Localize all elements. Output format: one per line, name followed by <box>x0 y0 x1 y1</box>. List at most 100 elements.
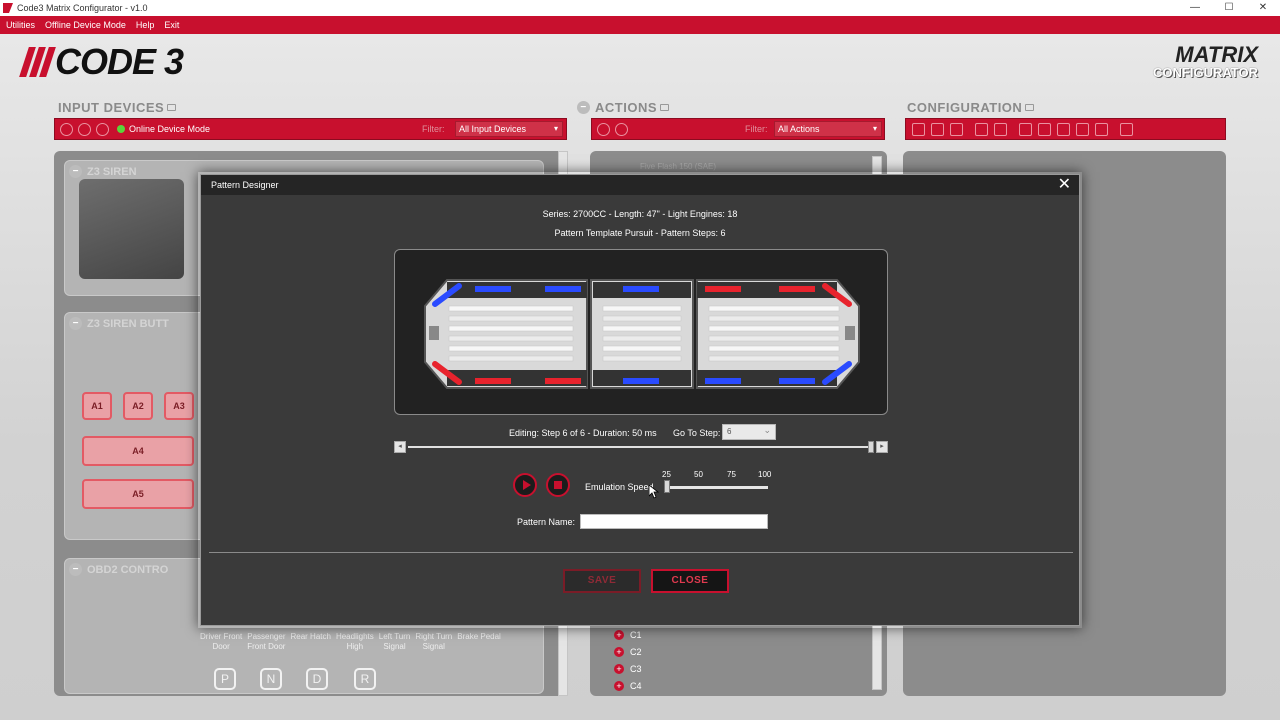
step-slider-thumb[interactable] <box>868 441 874 453</box>
obd-label: Right Turn Signal <box>415 632 453 651</box>
step-prev-button[interactable]: ◂ <box>394 441 406 453</box>
lightbar-lens <box>602 315 682 322</box>
pattern-designer-dialog: Pattern Designer ✕ Series: 2700CC - Leng… <box>200 174 1080 626</box>
filter-icon[interactable] <box>1057 122 1070 136</box>
actions-title: − ACTIONS <box>577 100 669 115</box>
window-controls: — ☐ ✕ <box>1178 0 1280 16</box>
plus-icon[interactable]: + <box>614 680 624 691</box>
collapse-icon[interactable]: − <box>69 165 82 178</box>
step-slider-track <box>408 446 874 448</box>
collapse-icon[interactable]: − <box>577 101 590 114</box>
lightbar-lens <box>448 345 574 352</box>
filter-label: Filter: <box>745 124 768 134</box>
input-devices-filter-select[interactable]: All Input Devices <box>455 121 563 137</box>
eye-icon[interactable] <box>1076 122 1089 136</box>
series-info: Series: 2700CC - Length: 47" - Light Eng… <box>542 209 738 219</box>
list-item[interactable]: + C2 <box>614 643 642 660</box>
close-icon[interactable]: ✕ <box>1058 177 1071 193</box>
step-slider[interactable]: ◂ ▸ <box>394 441 888 453</box>
add-device-icon[interactable] <box>60 122 73 136</box>
plus-icon[interactable]: + <box>614 629 624 640</box>
lightbar-lens <box>708 325 840 332</box>
pattern-info: Pattern Template Pursuit - Pattern Steps… <box>554 228 726 238</box>
mouse-cursor-icon <box>649 485 659 499</box>
maximize-button[interactable]: ☐ <box>1212 0 1246 16</box>
export-icon[interactable] <box>1120 122 1133 136</box>
logo-text: CODE 3 <box>55 41 184 82</box>
save-config-icon[interactable] <box>975 122 988 136</box>
step-next-button[interactable]: ▸ <box>876 441 888 453</box>
goto-step-select[interactable]: 6 <box>722 423 776 440</box>
online-device-mode[interactable]: Online Device Mode <box>117 124 210 134</box>
light-engine <box>545 378 581 384</box>
light-engine <box>705 286 741 292</box>
emulation-speed-label: Emulation Speed <box>585 482 654 492</box>
copy-icon[interactable] <box>994 122 1007 136</box>
pattern-name-input[interactable] <box>580 514 768 529</box>
plus-icon[interactable]: + <box>614 646 624 657</box>
button-a4[interactable]: A4 <box>82 436 194 466</box>
emulation-tick: 75 <box>727 470 736 479</box>
dialog-title: Pattern Designer <box>201 175 1079 195</box>
collapse-icon[interactable]: − <box>69 563 82 576</box>
light-engine <box>623 286 659 292</box>
emulation-speed-track[interactable] <box>664 486 768 489</box>
input-devices-toolbar: Online Device Mode Filter: All Input Dev… <box>54 118 567 140</box>
lightbar-lens <box>448 355 574 362</box>
menu-help[interactable]: Help <box>136 20 155 30</box>
list-item[interactable]: + C4 <box>614 677 642 694</box>
configuration-toolbar <box>905 118 1226 140</box>
obd-label: Brake Pedal <box>457 632 501 641</box>
menu-exit[interactable]: Exit <box>164 20 179 30</box>
folder-icon[interactable] <box>950 122 963 136</box>
obd-signal-labels: Driver Front Door Passenger Front Door Rea… <box>200 632 506 652</box>
button-a5[interactable]: A5 <box>82 479 194 509</box>
button-a2[interactable]: A2 <box>123 392 153 420</box>
window-close-button[interactable]: ✕ <box>1246 0 1280 16</box>
emulation-speed-thumb[interactable] <box>664 480 670 493</box>
collapse-icon[interactable]: − <box>69 317 82 330</box>
lightbar-lens <box>708 305 840 312</box>
recycle-icon[interactable]: N <box>260 668 282 690</box>
lightbar-lens <box>448 305 574 312</box>
document-icon[interactable] <box>1019 122 1032 136</box>
lightbar-lens <box>708 335 840 342</box>
save-button[interactable]: SAVE <box>563 569 641 593</box>
download-icon[interactable] <box>1038 122 1051 136</box>
obd-label: Passenger Front Door <box>247 632 286 651</box>
obd-label: Driver Front Door <box>200 632 243 651</box>
editing-info: Editing: Step 6 of 6 - Duration: 50 ms <box>509 428 657 438</box>
recycle-icon[interactable]: D <box>306 668 328 690</box>
menu-utilities[interactable]: Utilities <box>6 20 35 30</box>
button-a1[interactable]: A1 <box>82 392 112 420</box>
add-action-icon[interactable] <box>597 122 610 136</box>
lightbar-lens <box>448 325 574 332</box>
add-config-icon[interactable] <box>912 122 925 136</box>
goto-step-label: Go To Step: <box>673 428 721 438</box>
lightbar-lens <box>708 355 840 362</box>
hand-icon[interactable] <box>96 122 109 136</box>
actions-filter-select[interactable]: All Actions <box>774 121 882 137</box>
recycle-icon[interactable]: R <box>354 668 376 690</box>
menu-offline-device-mode[interactable]: Offline Device Mode <box>45 20 126 30</box>
minimize-button[interactable]: — <box>1178 0 1212 16</box>
list-item[interactable]: + C1 <box>614 626 642 643</box>
lightbar-graphic <box>424 279 860 389</box>
list-item[interactable]: + C3 <box>614 660 642 677</box>
recycle-icon[interactable]: P <box>214 668 236 690</box>
remove-action-icon[interactable] <box>615 122 628 136</box>
stop-button[interactable] <box>546 473 570 497</box>
list-icon[interactable] <box>1095 122 1108 136</box>
undo-icon[interactable] <box>931 122 944 136</box>
camera-icon <box>1025 104 1035 111</box>
play-button[interactable] <box>513 473 537 497</box>
lightbar-lens <box>602 345 682 352</box>
lightbar-lens <box>602 335 682 342</box>
lightbar-lens <box>708 315 840 322</box>
remove-device-icon[interactable] <box>78 122 91 136</box>
close-button[interactable]: CLOSE <box>651 569 729 593</box>
plus-icon[interactable]: + <box>614 663 624 674</box>
actions-toolbar: Filter: All Actions <box>591 118 885 140</box>
button-a3[interactable]: A3 <box>164 392 194 420</box>
action-item-top[interactable]: Five Flash 150 (SAE) <box>640 162 716 171</box>
